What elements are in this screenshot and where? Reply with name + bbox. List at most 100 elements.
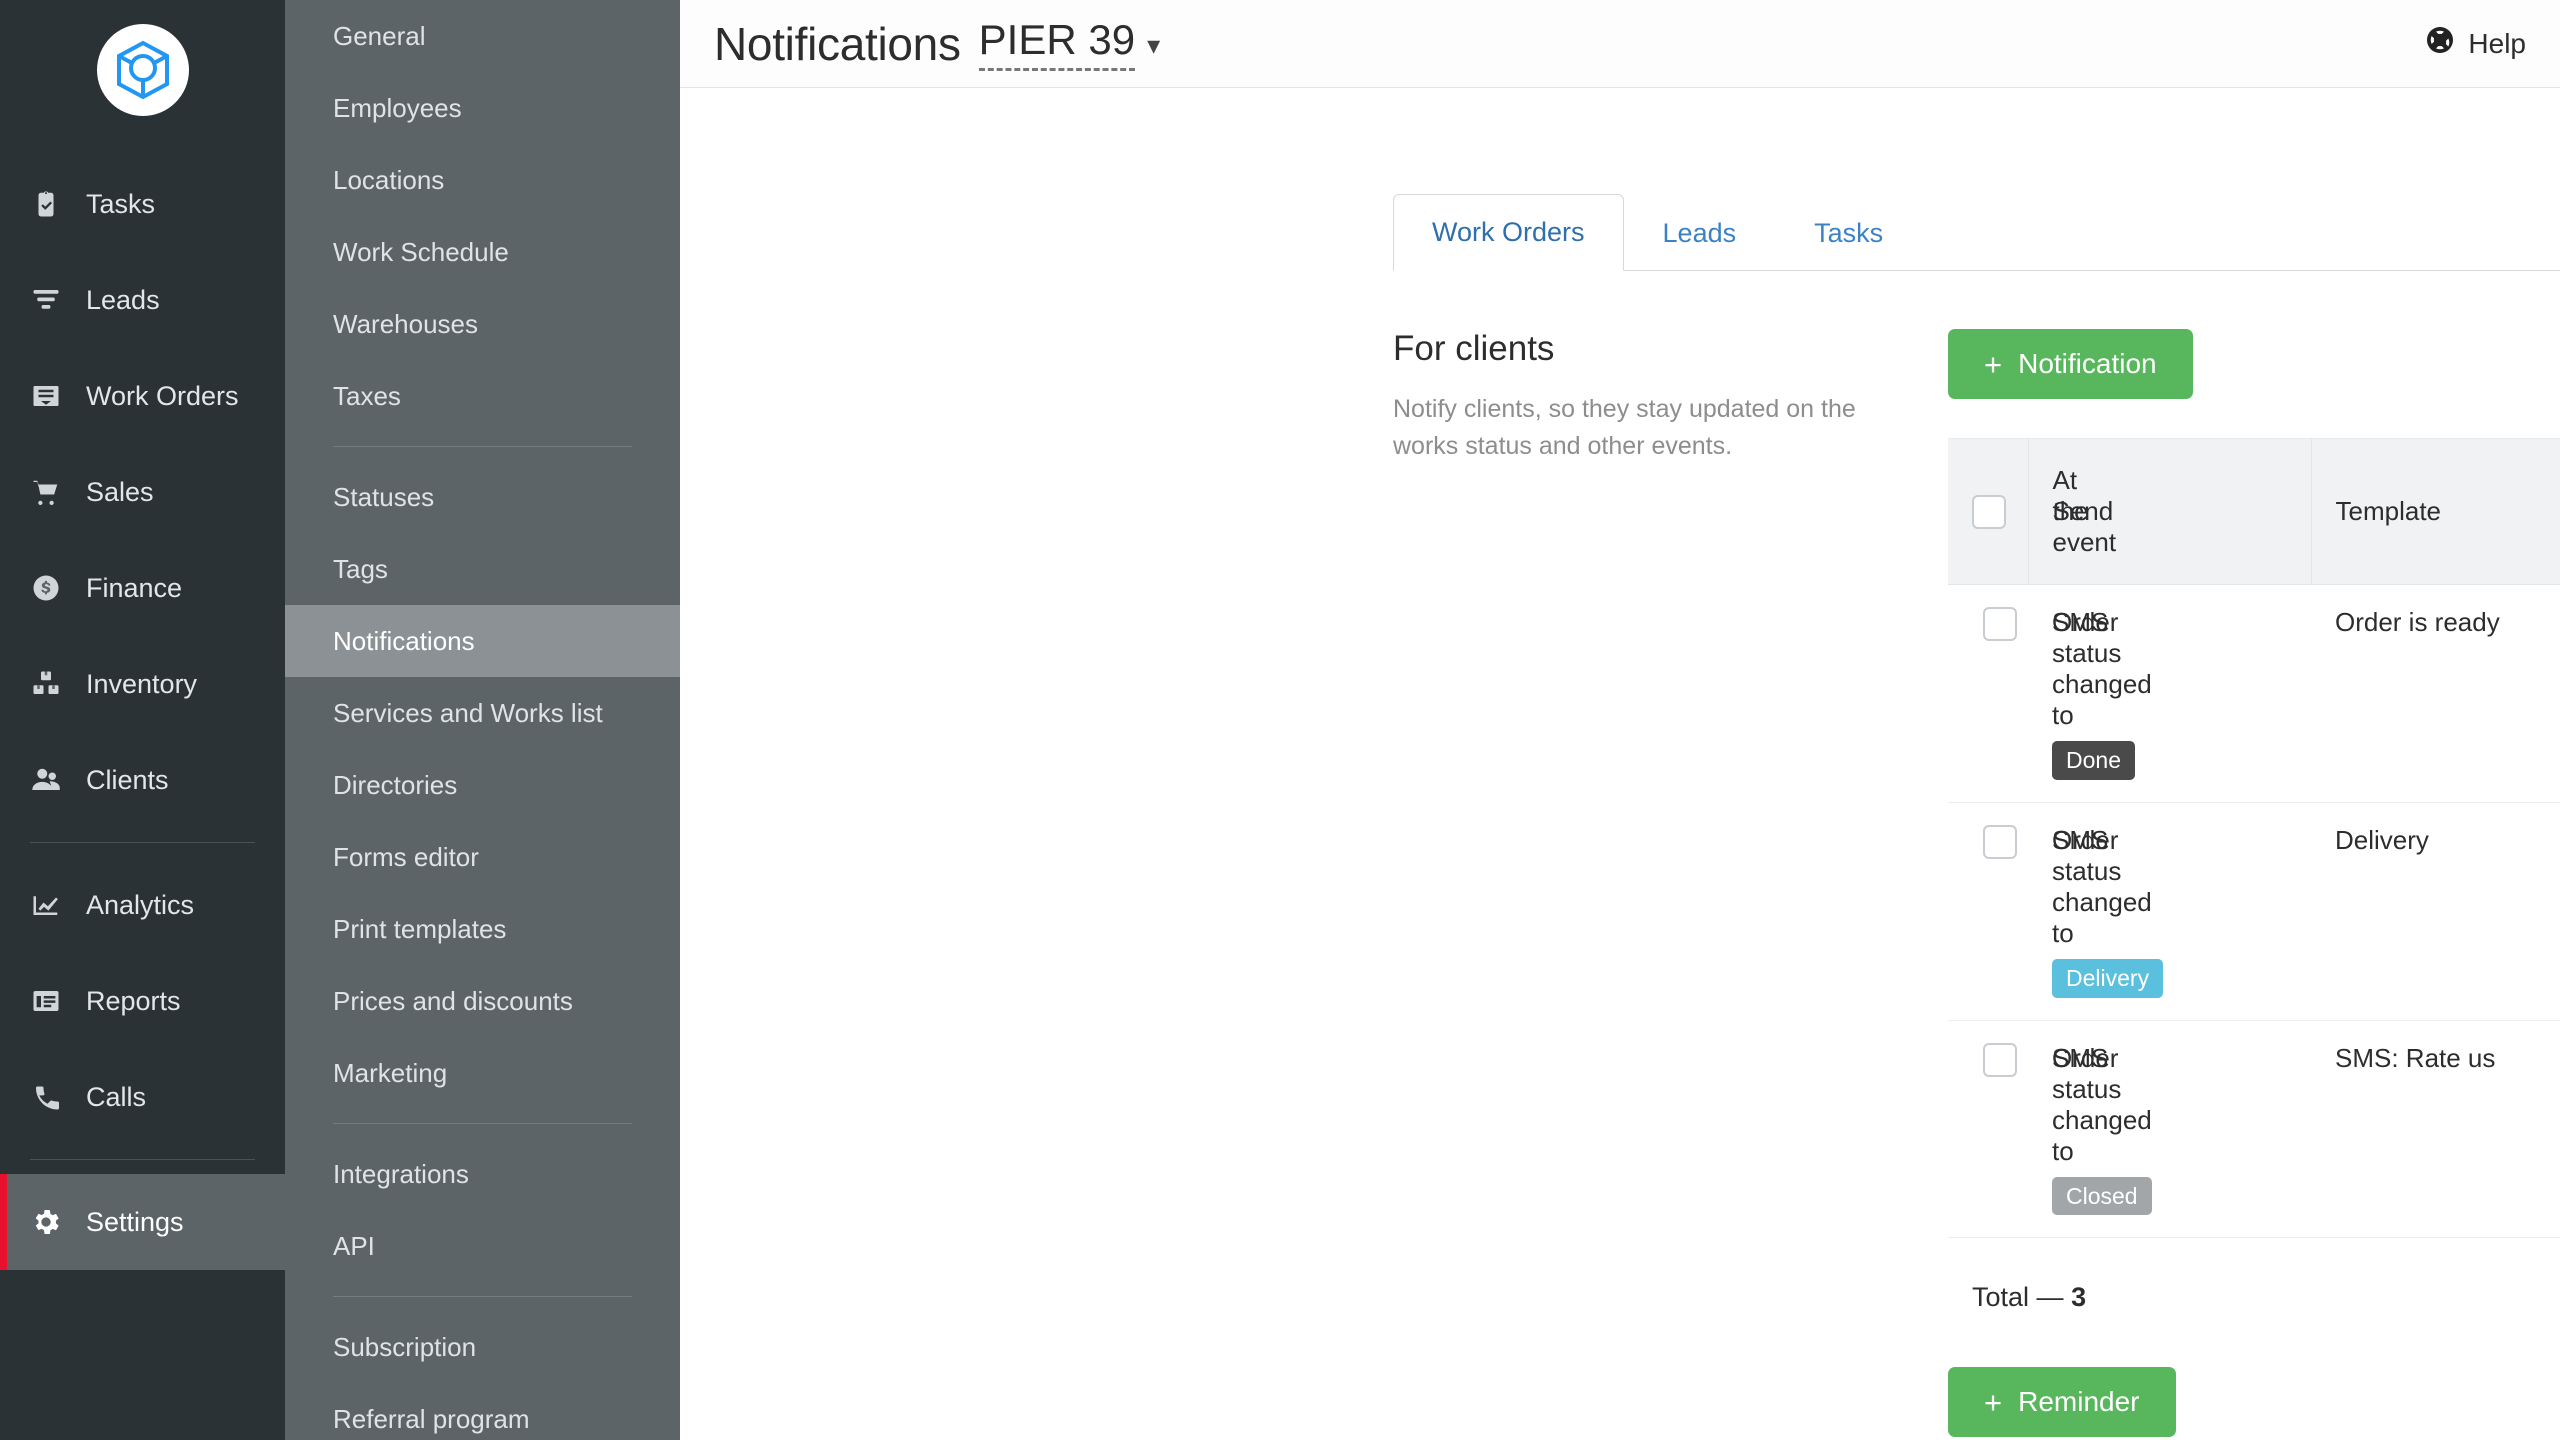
section-info: For clients Notify clients, so they stay…: [1393, 329, 1948, 1440]
submenu-item-directories[interactable]: Directories: [285, 749, 680, 821]
submenu-item-notifications[interactable]: Notifications: [285, 605, 680, 677]
tab-work-orders[interactable]: Work Orders: [1393, 194, 1624, 271]
status-badge: Done: [2052, 741, 2135, 780]
notifications-total: Total — 3: [1948, 1238, 2560, 1313]
table-row[interactable]: Order status changed to Done SMS Order i…: [1948, 584, 2560, 803]
sidebar-item-clients[interactable]: Clients: [0, 732, 285, 828]
submenu-label: Work Schedule: [333, 236, 509, 267]
row-select-cell: [1948, 802, 2028, 1021]
tab-label: Work Orders: [1432, 217, 1585, 247]
main-content: Notifications PIER 39 ▾ Help Work Orders…: [680, 0, 2560, 1440]
submenu-label: Notifications: [333, 625, 475, 656]
submenu-item-marketing[interactable]: Marketing: [285, 1037, 680, 1109]
add-reminder-button[interactable]: + Reminder: [1948, 1367, 2176, 1438]
settings-submenu: General Employees Locations Work Schedul…: [285, 0, 680, 1440]
boxes-icon: [24, 669, 68, 699]
submenu-divider-2: [333, 1123, 632, 1124]
submenu-label: Forms editor: [333, 841, 479, 872]
submenu-label: Subscription: [333, 1331, 477, 1362]
sidebar-item-work-orders[interactable]: Work Orders: [0, 348, 285, 444]
submenu-label: Employees: [333, 92, 462, 123]
submenu-item-services-works[interactable]: Services and Works list: [285, 677, 680, 749]
tab-tasks[interactable]: Tasks: [1775, 195, 1922, 271]
submenu-item-api[interactable]: API: [285, 1210, 680, 1282]
content-area: Work Orders Leads Tasks For clients Noti…: [680, 88, 2560, 1440]
row-checkbox[interactable]: [1983, 824, 2017, 859]
sidebar-item-settings[interactable]: Settings: [0, 1174, 285, 1270]
sidebar-item-label: Reports: [86, 985, 181, 1016]
sidebar-item-calls[interactable]: Calls: [0, 1049, 285, 1145]
sidebar-item-label: Tasks: [86, 188, 156, 219]
submenu-item-work-schedule[interactable]: Work Schedule: [285, 216, 680, 288]
submenu-item-taxes[interactable]: Taxes: [285, 360, 680, 432]
org-switcher[interactable]: PIER 39 ▾: [978, 16, 1161, 71]
sidebar-item-finance[interactable]: Finance: [0, 540, 285, 636]
submenu-label: Tags: [333, 553, 388, 584]
top-bar: Notifications PIER 39 ▾ Help: [680, 0, 2560, 88]
row-template-cell: SMS: Rate us: [2311, 1020, 2560, 1239]
org-name: PIER 39: [978, 16, 1136, 71]
phone-icon: [24, 1082, 68, 1112]
reports-icon: [24, 986, 68, 1016]
sidebar-item-leads[interactable]: Leads: [0, 252, 285, 348]
sidebar-divider-2: [30, 1159, 255, 1160]
app-logo[interactable]: [0, 14, 285, 156]
sidebar-item-label: Settings: [86, 1206, 184, 1237]
submenu-item-tags[interactable]: Tags: [285, 533, 680, 605]
add-notification-button[interactable]: + Notification: [1948, 329, 2193, 399]
section-title: For clients: [1393, 329, 1555, 368]
sidebar-item-reports[interactable]: Reports: [0, 953, 285, 1049]
section-description: Notify clients, so they stay updated on …: [1393, 395, 1856, 460]
submenu-item-forms-editor[interactable]: Forms editor: [285, 821, 680, 893]
select-all-header: [1948, 438, 2029, 585]
table-row[interactable]: Order status changed to Delivery SMS Del…: [1948, 802, 2560, 1021]
submenu-label: Integrations: [333, 1158, 469, 1189]
row-select-cell: [1948, 584, 2028, 803]
submenu-item-integrations[interactable]: Integrations: [285, 1138, 680, 1210]
submenu-item-locations[interactable]: Locations: [285, 144, 680, 216]
help-button[interactable]: Help: [2425, 25, 2526, 62]
shopping-cart-icon: [24, 477, 68, 507]
submenu-item-general[interactable]: General: [285, 0, 680, 72]
sidebar-item-label: Finance: [86, 572, 183, 603]
submenu-item-warehouses[interactable]: Warehouses: [285, 288, 680, 360]
people-icon: [24, 765, 68, 795]
help-label: Help: [2468, 27, 2526, 59]
status-badge: Closed: [2052, 1176, 2152, 1216]
submenu-label: General: [333, 20, 426, 51]
sidebar-item-analytics[interactable]: Analytics: [0, 857, 285, 953]
submenu-item-employees[interactable]: Employees: [285, 72, 680, 144]
sidebar-item-sales[interactable]: Sales: [0, 444, 285, 540]
submenu-label: API: [333, 1230, 375, 1261]
column-header-template: Template: [2311, 438, 2560, 585]
sidebar-item-label: Inventory: [86, 668, 198, 699]
submenu-item-print-templates[interactable]: Print templates: [285, 893, 680, 965]
row-checkbox[interactable]: [1983, 607, 2017, 642]
notifications-table: At the event Send Template Order status …: [1948, 438, 2560, 1239]
row-checkbox[interactable]: [1983, 1042, 2017, 1077]
sidebar-item-inventory[interactable]: Inventory: [0, 636, 285, 732]
add-notification-label: Notification: [2018, 348, 2157, 379]
chart-line-icon: [24, 890, 68, 920]
notifications-table-body: Order status changed to Done SMS Order i…: [1948, 584, 2560, 1239]
tables-column: + Notification At the event Send Tem: [1948, 329, 2560, 1440]
chevron-down-icon: ▾: [1147, 30, 1161, 60]
tab-leads[interactable]: Leads: [1624, 195, 1776, 271]
dollar-coin-icon: [24, 573, 68, 603]
submenu-item-statuses[interactable]: Statuses: [285, 461, 680, 533]
submenu-label: Warehouses: [333, 308, 478, 339]
sidebar-divider: [30, 842, 255, 843]
table-header-row: At the event Send Template: [1948, 438, 2560, 585]
submenu-item-subscription[interactable]: Subscription: [285, 1311, 680, 1383]
submenu-item-prices-discounts[interactable]: Prices and discounts: [285, 965, 680, 1037]
submenu-item-referral-program[interactable]: Referral program: [285, 1383, 680, 1440]
funnel-icon: [24, 285, 68, 315]
table-row[interactable]: Order status changed to Closed SMS SMS: …: [1948, 1020, 2560, 1239]
submenu-divider-3: [333, 1296, 632, 1297]
add-reminder-label: Reminder: [2018, 1386, 2140, 1418]
for-clients-panel: For clients Notify clients, so they stay…: [680, 271, 2560, 1440]
sidebar-item-tasks[interactable]: Tasks: [0, 156, 285, 252]
submenu-label: Print templates: [333, 913, 507, 944]
select-all-checkbox[interactable]: [1972, 494, 2006, 529]
